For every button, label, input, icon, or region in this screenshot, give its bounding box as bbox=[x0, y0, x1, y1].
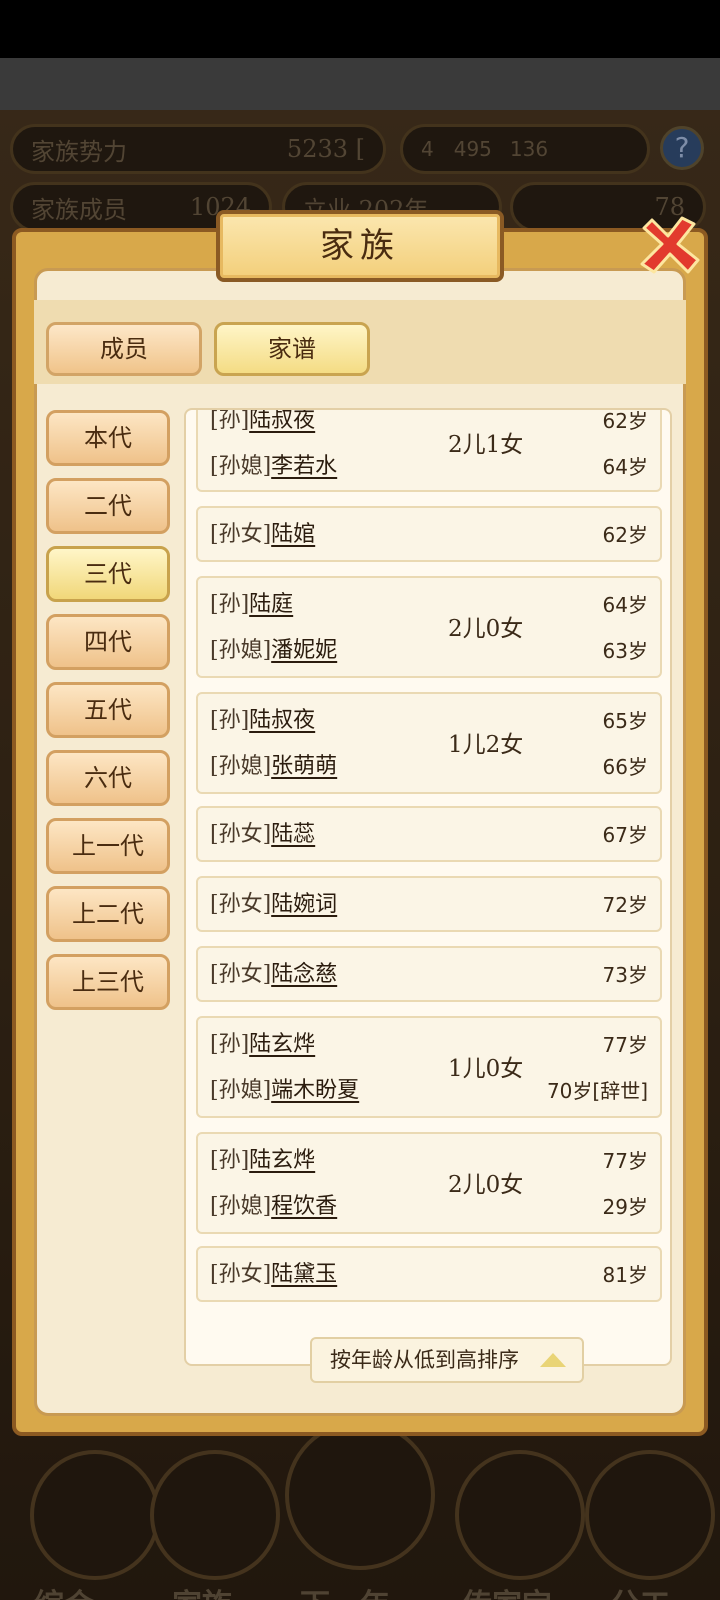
gen-button-2[interactable]: 二代 bbox=[46, 478, 170, 534]
role-label: [孙女] bbox=[210, 962, 272, 987]
role-label: [孙媳] bbox=[210, 638, 272, 663]
member-name[interactable]: 张萌萌 bbox=[271, 754, 337, 779]
member-name[interactable]: 潘妮妮 bbox=[271, 638, 337, 663]
member-name[interactable]: 陆婉词 bbox=[271, 892, 337, 917]
children-count: 2儿0女 bbox=[448, 1172, 524, 1198]
member-age: 64岁 bbox=[602, 593, 648, 617]
member-name[interactable]: 陆蕊 bbox=[271, 822, 315, 847]
role-label: [孙] bbox=[210, 708, 250, 733]
member-name[interactable]: 程饮香 bbox=[271, 1194, 337, 1219]
member-name[interactable]: 陆黛玉 bbox=[271, 1262, 337, 1287]
sort-up-icon bbox=[540, 1353, 566, 1367]
top-strip bbox=[0, 58, 720, 110]
role-label: [孙女] bbox=[210, 822, 272, 847]
close-icon[interactable] bbox=[636, 214, 702, 280]
list-item[interactable]: [孙]陆庭 64岁 2儿0女 [孙媳]潘妮妮 63岁 bbox=[196, 576, 662, 678]
member-age: 73岁 bbox=[602, 963, 648, 987]
member-name[interactable]: 陆叔夜 bbox=[249, 708, 315, 733]
member-name[interactable]: 陆念慈 bbox=[271, 962, 337, 987]
list-item[interactable]: [孙女]陆念慈 73岁 bbox=[196, 946, 662, 1002]
role-label: [孙] bbox=[210, 592, 250, 617]
gen-button-current[interactable]: 本代 bbox=[46, 410, 170, 466]
role-label: [孙] bbox=[210, 1032, 250, 1057]
member-age: 63岁 bbox=[602, 639, 648, 663]
member-name[interactable]: 端木盼夏 bbox=[271, 1078, 359, 1103]
role-label: [孙媳] bbox=[210, 754, 272, 779]
modal-title-plate: 家族 bbox=[216, 210, 504, 282]
member-age: 70岁[辞世] bbox=[546, 1079, 648, 1103]
member-age: 72岁 bbox=[602, 893, 648, 917]
member-age: 62岁 bbox=[602, 409, 648, 433]
list-item[interactable]: [孙女]陆蕊 67岁 bbox=[196, 806, 662, 862]
tab-family-tree[interactable]: 家谱 bbox=[214, 322, 370, 376]
list-item[interactable]: [孙]陆玄烨 77岁 2儿0女 [孙媳]程饮香 29岁 bbox=[196, 1132, 662, 1234]
member-name[interactable]: 李若水 bbox=[271, 454, 337, 479]
gen-button-4[interactable]: 四代 bbox=[46, 614, 170, 670]
children-count: 2儿1女 bbox=[448, 432, 524, 458]
gen-button-6[interactable]: 六代 bbox=[46, 750, 170, 806]
gen-button-3[interactable]: 三代 bbox=[46, 546, 170, 602]
member-age: 81岁 bbox=[602, 1263, 648, 1287]
member-name[interactable]: 陆玄烨 bbox=[249, 1148, 315, 1173]
list-item[interactable]: [孙女]陆黛玉 81岁 bbox=[196, 1246, 662, 1302]
member-age: 67岁 bbox=[602, 823, 648, 847]
member-age: 65岁 bbox=[602, 709, 648, 733]
status-bar bbox=[0, 0, 720, 58]
list-item[interactable]: [孙女]陆婠 62岁 bbox=[196, 506, 662, 562]
list-item[interactable]: [孙女]陆婉词 72岁 bbox=[196, 876, 662, 932]
modal-title: 家族 bbox=[320, 226, 400, 266]
member-name[interactable]: 陆玄烨 bbox=[249, 1032, 315, 1057]
list-item[interactable]: [孙]陆玄烨 77岁 1儿0女 [孙媳]端木盼夏 70岁[辞世] bbox=[196, 1016, 662, 1118]
list-item[interactable]: [孙]陆叔夜 65岁 1儿2女 [孙媳]张萌萌 66岁 bbox=[196, 692, 662, 794]
tab-members[interactable]: 成员 bbox=[46, 322, 202, 376]
children-count: 1儿0女 bbox=[448, 1056, 524, 1082]
role-label: [孙媳] bbox=[210, 1078, 272, 1103]
children-count: 1儿2女 bbox=[448, 732, 524, 758]
role-label: [孙媳] bbox=[210, 1194, 272, 1219]
role-label: [孙女] bbox=[210, 522, 272, 547]
role-label: [孙女] bbox=[210, 892, 272, 917]
member-age: 62岁 bbox=[602, 523, 648, 547]
member-name[interactable]: 陆庭 bbox=[249, 592, 293, 617]
member-age: 77岁 bbox=[602, 1149, 648, 1173]
member-name[interactable]: 陆叔夜 bbox=[249, 410, 315, 433]
member-age: 66岁 bbox=[602, 755, 648, 779]
sort-by-age-button[interactable]: 按年龄从低到高排序 bbox=[310, 1337, 584, 1383]
role-label: [孙媳] bbox=[210, 454, 272, 479]
member-age: 77岁 bbox=[602, 1033, 648, 1057]
list-item[interactable]: [孙]陆叔夜 62岁 2儿1女 [孙媳]李若水 64岁 bbox=[196, 408, 662, 492]
children-count: 2儿0女 bbox=[448, 616, 524, 642]
role-label: [孙] bbox=[210, 1148, 250, 1173]
member-age: 29岁 bbox=[602, 1195, 648, 1219]
gen-button-prev-2[interactable]: 上二代 bbox=[46, 886, 170, 942]
member-name[interactable]: 陆婠 bbox=[271, 522, 315, 547]
role-label: [孙] bbox=[210, 408, 250, 433]
member-age: 64岁 bbox=[602, 455, 648, 479]
role-label: [孙女] bbox=[210, 1262, 272, 1287]
gen-button-prev-1[interactable]: 上一代 bbox=[46, 818, 170, 874]
family-list[interactable]: [孙]陆叔夜 62岁 2儿1女 [孙媳]李若水 64岁 [孙女]陆婠 62岁 [… bbox=[184, 408, 672, 1366]
sort-label: 按年龄从低到高排序 bbox=[330, 1348, 519, 1372]
gen-button-prev-3[interactable]: 上三代 bbox=[46, 954, 170, 1010]
gen-button-5[interactable]: 五代 bbox=[46, 682, 170, 738]
